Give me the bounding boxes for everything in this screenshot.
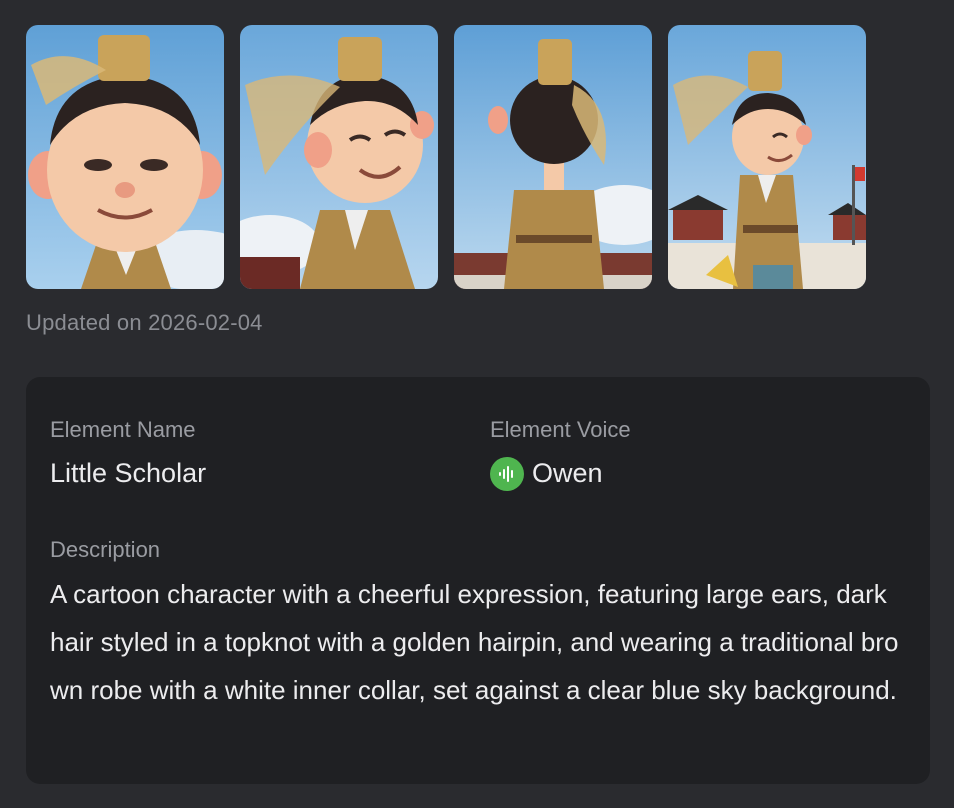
element-voice-label: Element Voice (490, 417, 631, 442)
character-full-body-image (668, 25, 866, 289)
description-text: A cartoon character with a cheerful expr… (50, 579, 899, 705)
element-name-label: Element Name (50, 417, 196, 442)
gallery-image-2[interactable] (240, 25, 438, 289)
element-details-card: Element Name Little Scholar Element Voic… (26, 377, 930, 784)
element-voice-value[interactable]: Owen (532, 458, 603, 489)
description-label: Description (50, 537, 161, 562)
image-gallery (26, 25, 866, 289)
gallery-image-4[interactable] (668, 25, 866, 289)
character-back-image (454, 25, 652, 289)
character-closeup-image (26, 25, 224, 289)
gallery-image-3[interactable] (454, 25, 652, 289)
sound-wave-icon[interactable] (490, 457, 524, 491)
updated-date: Updated on 2026-02-04 (26, 310, 263, 335)
gallery-image-1[interactable] (26, 25, 224, 289)
element-name-value: Little Scholar (50, 458, 207, 488)
character-smiling-image (240, 25, 438, 289)
